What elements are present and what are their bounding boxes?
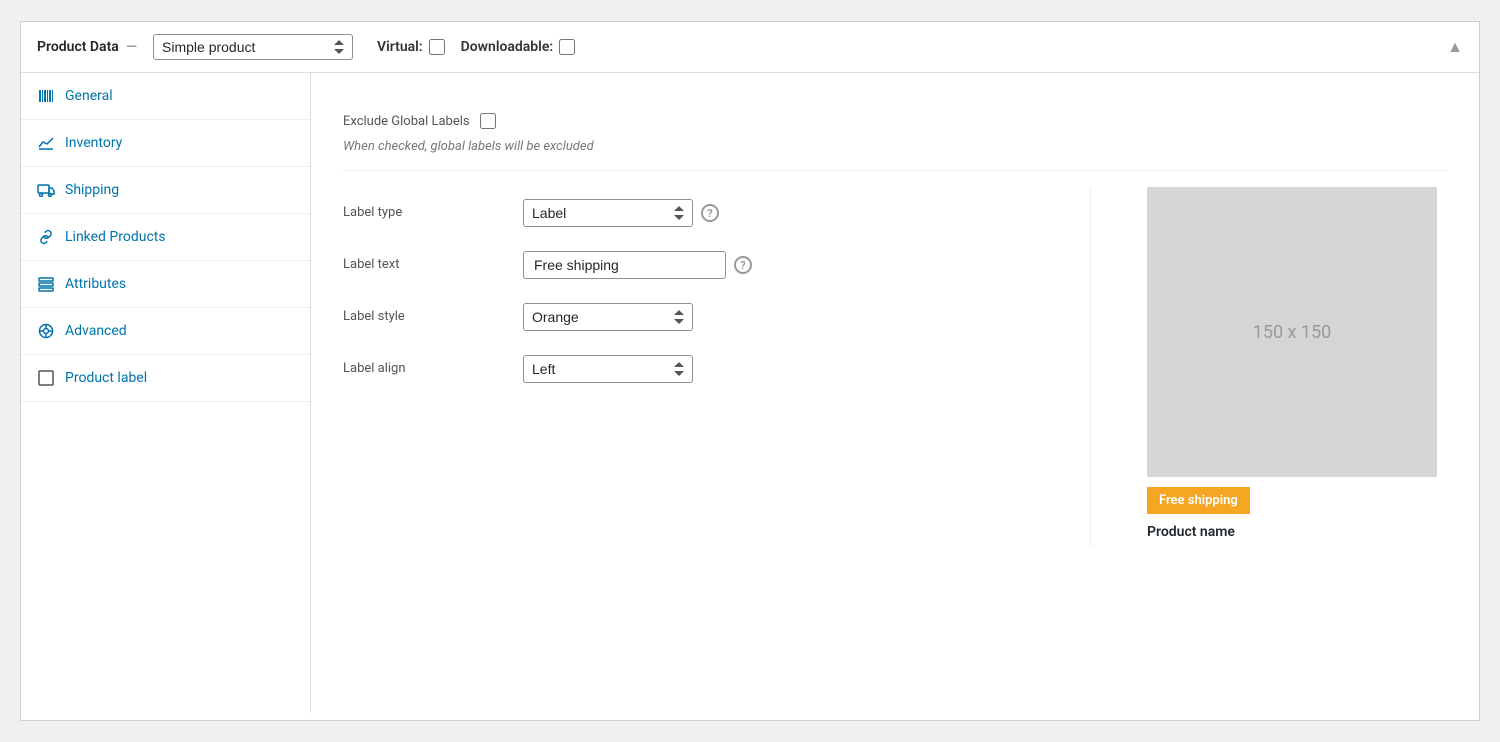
image-placeholder: 150 x 150 xyxy=(1147,187,1437,477)
label-align-label: Label align xyxy=(343,355,523,376)
product-label-icon xyxy=(37,369,55,387)
inventory-icon xyxy=(37,134,55,152)
sidebar: General Inventory xyxy=(21,73,311,713)
advanced-icon xyxy=(37,322,55,340)
label-style-select[interactable]: Orange Red Green Blue Black xyxy=(523,303,693,331)
virtual-checkbox[interactable] xyxy=(429,39,445,55)
sidebar-item-product-label[interactable]: Product label xyxy=(21,355,310,402)
exclude-global-labels-section: Exclude Global Labels When checked, glob… xyxy=(343,97,1447,171)
virtual-option: Virtual: xyxy=(377,39,445,55)
label-align-control: Left Center Right xyxy=(523,355,693,383)
header-options: Virtual: Downloadable: xyxy=(377,39,575,55)
sidebar-item-attributes[interactable]: Attributes xyxy=(21,261,310,308)
sidebar-label-shipping: Shipping xyxy=(65,182,119,198)
sidebar-item-shipping[interactable]: Shipping xyxy=(21,167,310,214)
exclude-description: When checked, global labels will be excl… xyxy=(343,139,1447,154)
barcode-icon xyxy=(37,87,55,105)
linked-icon xyxy=(37,228,55,246)
sidebar-item-linked-products[interactable]: Linked Products xyxy=(21,214,310,261)
sidebar-label-attributes: Attributes xyxy=(65,276,126,292)
product-type-select[interactable]: Simple product Variable product Grouped … xyxy=(153,34,353,60)
sidebar-item-inventory[interactable]: Inventory xyxy=(21,120,310,167)
product-name-preview: Product name xyxy=(1147,524,1235,540)
sidebar-item-general[interactable]: General xyxy=(21,73,310,120)
preview-section: 150 x 150 Free shipping Product name xyxy=(1147,187,1447,540)
label-text-label: Label text xyxy=(343,251,523,272)
label-style-row: Label style Orange Red Green Blue Black xyxy=(343,291,1066,343)
sidebar-label-advanced: Advanced xyxy=(65,323,127,339)
exclude-label: Exclude Global Labels xyxy=(343,114,470,129)
fields-and-preview: Label type Label Badge Circle Ribbon ? xyxy=(343,187,1447,547)
downloadable-option: Downloadable: xyxy=(461,39,576,55)
sidebar-label-general: General xyxy=(65,88,113,104)
preview-divider xyxy=(1090,187,1091,547)
sidebar-label-linked-products: Linked Products xyxy=(65,229,166,245)
attributes-icon xyxy=(37,275,55,293)
label-text-help-icon[interactable]: ? xyxy=(734,256,752,274)
label-style-control: Orange Red Green Blue Black xyxy=(523,303,693,331)
panel-header: Product Data — Simple product Variable p… xyxy=(21,22,1479,73)
shipping-icon xyxy=(37,181,55,199)
label-type-row: Label type Label Badge Circle Ribbon ? xyxy=(343,187,1066,239)
downloadable-checkbox[interactable] xyxy=(559,39,575,55)
exclude-label-row: Exclude Global Labels xyxy=(343,113,1447,129)
label-align-row: Label align Left Center Right xyxy=(343,343,1066,395)
label-badge: Free shipping xyxy=(1147,487,1250,514)
label-align-select[interactable]: Left Center Right xyxy=(523,355,693,383)
preview-container: 150 x 150 Free shipping Product name xyxy=(1147,187,1447,540)
product-data-panel: Product Data — Simple product Variable p… xyxy=(20,21,1480,721)
label-type-label: Label type xyxy=(343,199,523,220)
exclude-global-labels-checkbox[interactable] xyxy=(480,113,496,129)
label-type-select[interactable]: Label Badge Circle Ribbon xyxy=(523,199,693,227)
sidebar-item-advanced[interactable]: Advanced xyxy=(21,308,310,355)
label-style-label: Label style xyxy=(343,303,523,324)
fields-column: Label type Label Badge Circle Ribbon ? xyxy=(343,187,1066,395)
panel-title: Product Data — xyxy=(37,39,141,55)
label-type-help-icon[interactable]: ? xyxy=(701,204,719,222)
collapse-button[interactable]: ▲ xyxy=(1447,37,1463,57)
label-type-control: Label Badge Circle Ribbon ? xyxy=(523,199,719,227)
label-text-row: Label text ? xyxy=(343,239,1066,291)
content-area: Exclude Global Labels When checked, glob… xyxy=(311,73,1479,713)
sidebar-label-product-label: Product label xyxy=(65,370,147,386)
label-text-control: ? xyxy=(523,251,752,279)
panel-body: General Inventory xyxy=(21,73,1479,713)
sidebar-label-inventory: Inventory xyxy=(65,135,122,151)
label-text-input[interactable] xyxy=(523,251,726,279)
